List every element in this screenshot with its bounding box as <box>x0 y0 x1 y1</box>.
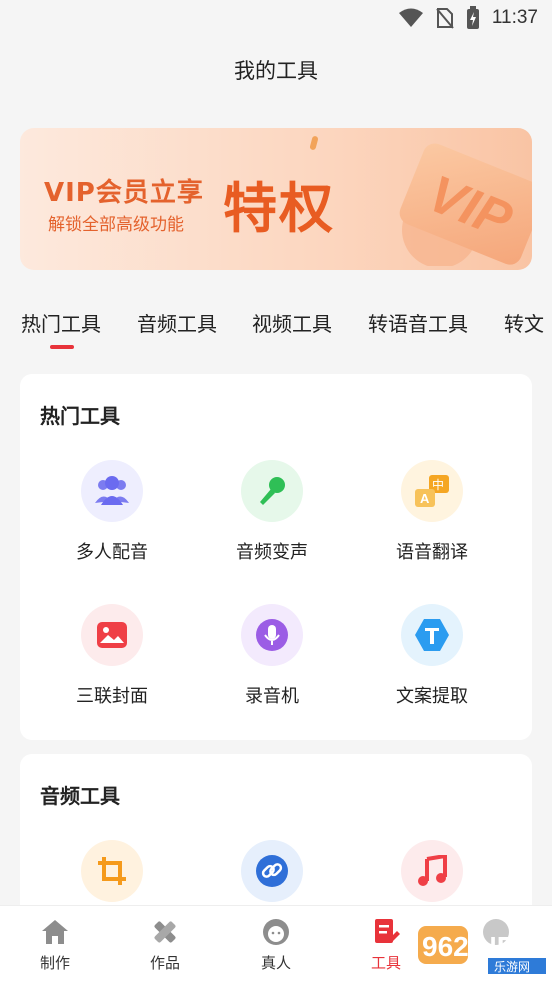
vip-banner[interactable]: VIP会员立享 解锁全部高级功能 特权 VIP <box>20 128 532 270</box>
section-title: 热门工具 <box>40 404 120 428</box>
banner-headline: VIP会员立享 <box>44 178 204 208</box>
svg-text:A: A <box>420 491 430 506</box>
translate-icon: 中 A <box>401 460 463 522</box>
tool-multi-dub[interactable]: 多人配音 <box>37 460 187 564</box>
tool-label: 三联封面 <box>76 686 148 707</box>
wifi-icon <box>398 8 424 28</box>
nav-label: 作品 <box>149 954 180 972</box>
tool-recorder[interactable]: 录音机 <box>197 604 347 708</box>
tab-tts-tools[interactable]: 转语音工具 <box>368 308 468 337</box>
nav-label: 真人 <box>260 954 291 972</box>
banner-subline: 解锁全部高级功能 <box>48 215 184 235</box>
tool-voice-translate[interactable]: 中 A 语音翻译 <box>357 460 507 564</box>
site-watermark: 962.NET 乐游网 <box>418 918 548 974</box>
pen-ruler-icon <box>125 916 205 948</box>
battery-charging-icon <box>466 6 480 30</box>
link-icon <box>241 840 303 902</box>
person-icon <box>236 916 316 948</box>
nav-real-person[interactable]: 真人 <box>236 916 316 973</box>
image-icon <box>81 604 143 666</box>
nav-make[interactable]: 制作 <box>15 916 95 973</box>
tab-video-tools[interactable]: 视频工具 <box>252 308 332 337</box>
vip-card-icon: VIP <box>390 138 532 268</box>
tool-audio-link[interactable] <box>197 840 347 902</box>
page-title: 我的工具 <box>234 59 318 83</box>
category-tabs: 热门工具 音频工具 视频工具 转语音工具 转文 <box>0 308 552 352</box>
sparkle-icon <box>309 135 319 151</box>
tool-voice-changer[interactable]: 音频变声 <box>197 460 347 564</box>
tool-label: 录音机 <box>245 686 299 707</box>
nav-works[interactable]: 作品 <box>125 916 205 973</box>
tab-convert-text[interactable]: 转文 <box>504 308 544 337</box>
tool-triple-cover[interactable]: 三联封面 <box>37 604 187 708</box>
text-extract-icon <box>401 604 463 666</box>
tool-label: 文案提取 <box>396 686 468 707</box>
status-bar: 11:37 <box>0 0 552 40</box>
tool-text-extract[interactable]: 文案提取 <box>357 604 507 708</box>
tool-music[interactable] <box>357 840 507 902</box>
nav-label: 制作 <box>39 954 70 972</box>
tool-label: 多人配音 <box>76 542 148 563</box>
group-icon <box>81 460 143 522</box>
watermark-text: 962.NET <box>422 931 533 962</box>
section-title: 音频工具 <box>40 784 120 808</box>
tool-label: 音频变声 <box>236 542 308 563</box>
nav-tools[interactable]: 工具 <box>346 916 426 973</box>
music-icon <box>401 840 463 902</box>
hot-tools-panel: 热门工具 多人配音 音频变声 中 A 语音翻译 三联封面 录音机 文案提取 <box>20 374 532 740</box>
recorder-icon <box>241 604 303 666</box>
status-time: 11:37 <box>491 7 538 28</box>
tab-audio-tools[interactable]: 音频工具 <box>137 308 217 337</box>
tool-label: 语音翻译 <box>396 542 468 563</box>
tools-icon <box>346 916 426 948</box>
nav-label: 工具 <box>370 954 401 972</box>
tab-hot-tools[interactable]: 热门工具 <box>21 308 101 337</box>
active-tab-indicator <box>50 345 74 349</box>
microphone-icon <box>241 460 303 522</box>
crop-icon <box>81 840 143 902</box>
banner-highlight: 特权 <box>223 177 335 240</box>
no-sim-icon <box>436 7 454 29</box>
watermark-sub: 乐游网 <box>494 960 530 974</box>
home-icon <box>15 916 95 948</box>
tool-audio-crop[interactable] <box>37 840 187 902</box>
